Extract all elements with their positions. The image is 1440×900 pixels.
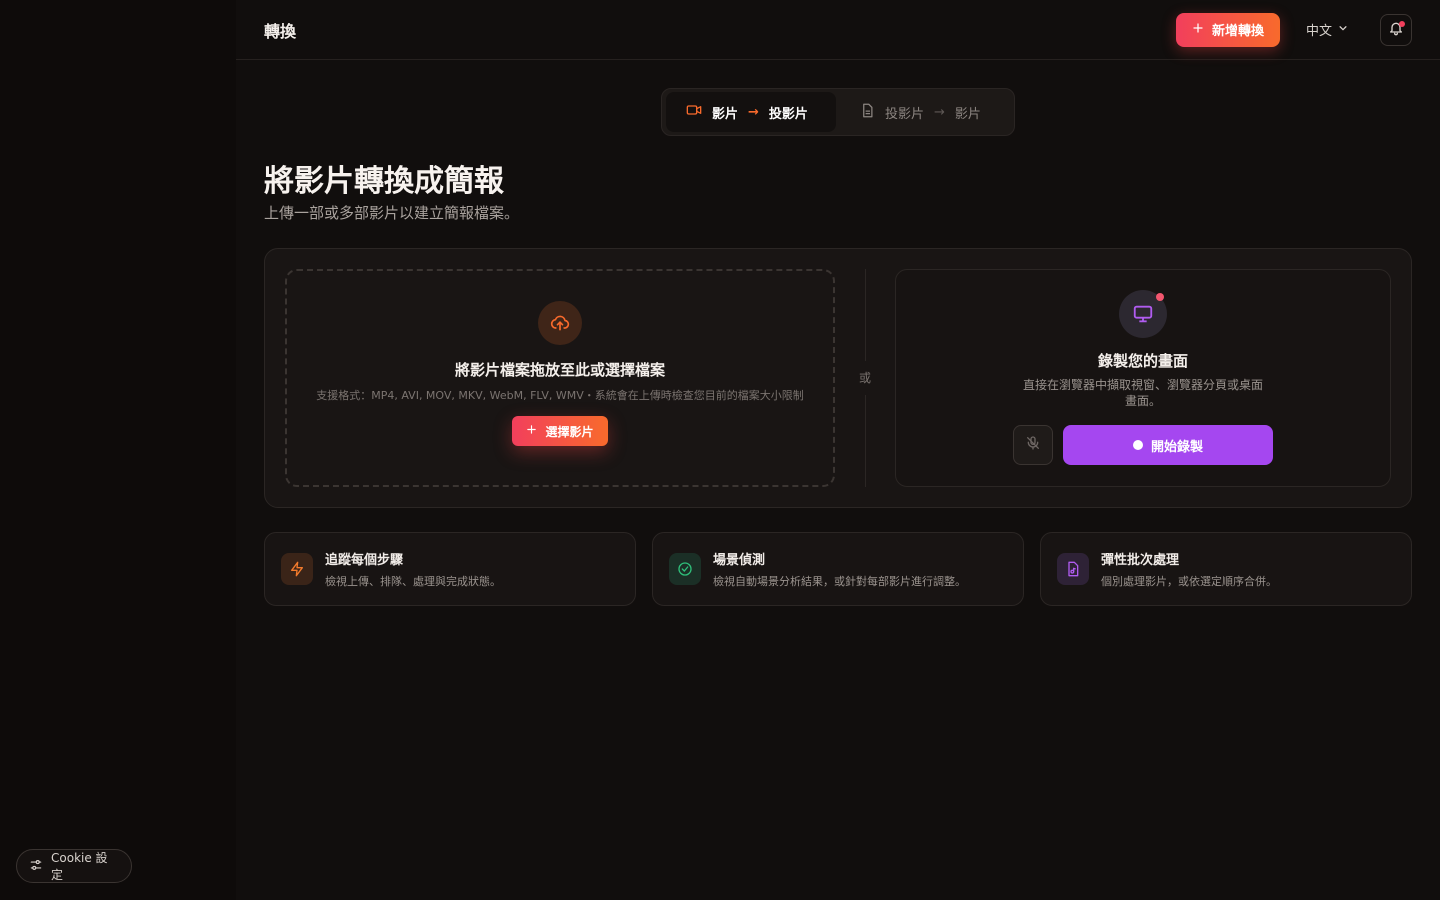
mode-from-label: 影片 xyxy=(712,106,739,122)
video-camera-icon xyxy=(686,102,702,122)
feature-description: 檢視自動場景分析結果，或針對每部影片進行調整。 xyxy=(713,575,966,588)
page-subtitle: 上傳一部或多部影片以建立簡報檔案。 xyxy=(264,204,520,222)
dropzone-description: 支援格式：MP4, AVI, MOV, MKV, WebM, FLV, WMV・… xyxy=(316,389,804,402)
mic-off-icon xyxy=(1025,435,1041,455)
feature-card: 彈性批次處理 個別處理影片，或依選定順序合併。 xyxy=(1040,532,1412,606)
video-dropzone[interactable]: 將影片檔案拖放至此或選擇檔案 支援格式：MP4, AVI, MOV, MKV, … xyxy=(285,269,835,487)
feature-title: 彈性批次處理 xyxy=(1101,553,1180,568)
feature-description: 檢視上傳、排隊、處理與完成狀態。 xyxy=(325,575,501,588)
record-actions: 開始錄製 xyxy=(1013,425,1273,465)
feature-title: 場景偵測 xyxy=(713,553,766,568)
page-title: 將影片轉換成簡報 xyxy=(264,164,504,199)
feature-card: 追蹤每個步驟 檢視上傳、排隊、處理與完成狀態。 xyxy=(264,532,636,606)
arrow-right-icon: → xyxy=(748,104,759,120)
arrow-right-icon: → xyxy=(934,104,945,120)
conversion-mode-switch: 影片 → 投影片 投影片 → 影片 xyxy=(661,88,1015,136)
mode-to-label: 投影片 xyxy=(768,106,808,122)
mode-slides-to-video[interactable]: 投影片 → 影片 xyxy=(836,92,1001,132)
or-separator: 或 xyxy=(858,371,871,385)
start-recording-button[interactable]: 開始錄製 xyxy=(1063,425,1273,465)
monitor-icon xyxy=(1119,290,1167,338)
sliders-icon xyxy=(29,858,43,875)
screen-record-panel: 錄製您的畫面 直接在瀏覽器中擷取視窗、瀏覽器分頁或桌面畫面。 開始錄製 xyxy=(895,269,1391,487)
choose-video-label: 選擇影片 xyxy=(545,424,594,439)
mode-video-to-slides[interactable]: 影片 → 投影片 xyxy=(666,92,836,132)
document-icon xyxy=(860,103,875,122)
start-recording-label: 開始錄製 xyxy=(1150,439,1203,455)
divider xyxy=(865,269,866,361)
new-conversion-button[interactable]: 新增轉換 xyxy=(1175,12,1280,47)
feature-card: 場景偵測 檢視自動場景分析結果，或針對每部影片進行調整。 xyxy=(652,532,1024,606)
choose-video-button[interactable]: 選擇影片 xyxy=(512,416,608,446)
cookie-settings-label: Cookie 設定 xyxy=(51,851,108,882)
chevron-down-icon xyxy=(1338,22,1348,37)
upload-card: 將影片檔案拖放至此或選擇檔案 支援格式：MP4, AVI, MOV, MKV, … xyxy=(264,248,1412,508)
plus-icon xyxy=(1192,22,1204,38)
language-select[interactable]: 中文 xyxy=(1306,20,1348,39)
bolt-icon xyxy=(281,553,313,585)
mode-from-label: 投影片 xyxy=(885,106,925,122)
cookie-settings-button[interactable]: Cookie 設定 xyxy=(16,849,132,883)
feature-list: 追蹤每個步驟 檢視上傳、排隊、處理與完成狀態。 場景偵測 檢視自動場景分析結果，… xyxy=(264,532,1412,606)
notifications-button[interactable] xyxy=(1380,13,1412,46)
page-header-title: 轉換 xyxy=(264,21,297,41)
dropzone-title: 將影片檔案拖放至此或選擇檔案 xyxy=(454,361,665,379)
mode-to-label: 影片 xyxy=(954,106,981,122)
microphone-toggle-button[interactable] xyxy=(1013,425,1053,465)
new-conversion-label: 新增轉換 xyxy=(1211,24,1264,39)
language-label: 中文 xyxy=(1305,24,1332,39)
main-content: 轉換 新增轉換 中文 影片 → 投影片 投影片 → 影片 將影片轉換成簡報 上傳… xyxy=(236,0,1440,900)
cloud-upload-icon xyxy=(538,301,582,345)
record-dot-icon xyxy=(1132,440,1143,450)
plus-icon xyxy=(526,424,537,438)
record-description: 直接在瀏覽器中擷取視窗、瀏覽器分頁或桌面畫面。 xyxy=(1023,378,1264,408)
file-music-icon xyxy=(1057,553,1089,585)
feature-description: 個別處理影片，或依選定順序合併。 xyxy=(1101,575,1277,588)
record-title: 錄製您的畫面 xyxy=(1097,352,1188,370)
notification-badge xyxy=(1399,20,1405,27)
divider xyxy=(865,395,866,487)
check-circle-icon xyxy=(669,553,701,585)
sidebar: Cookie 設定 xyxy=(0,0,236,900)
feature-title: 追蹤每個步驟 xyxy=(325,553,404,568)
top-bar: 轉換 新增轉換 中文 xyxy=(236,0,1440,60)
recording-indicator xyxy=(1156,293,1164,301)
